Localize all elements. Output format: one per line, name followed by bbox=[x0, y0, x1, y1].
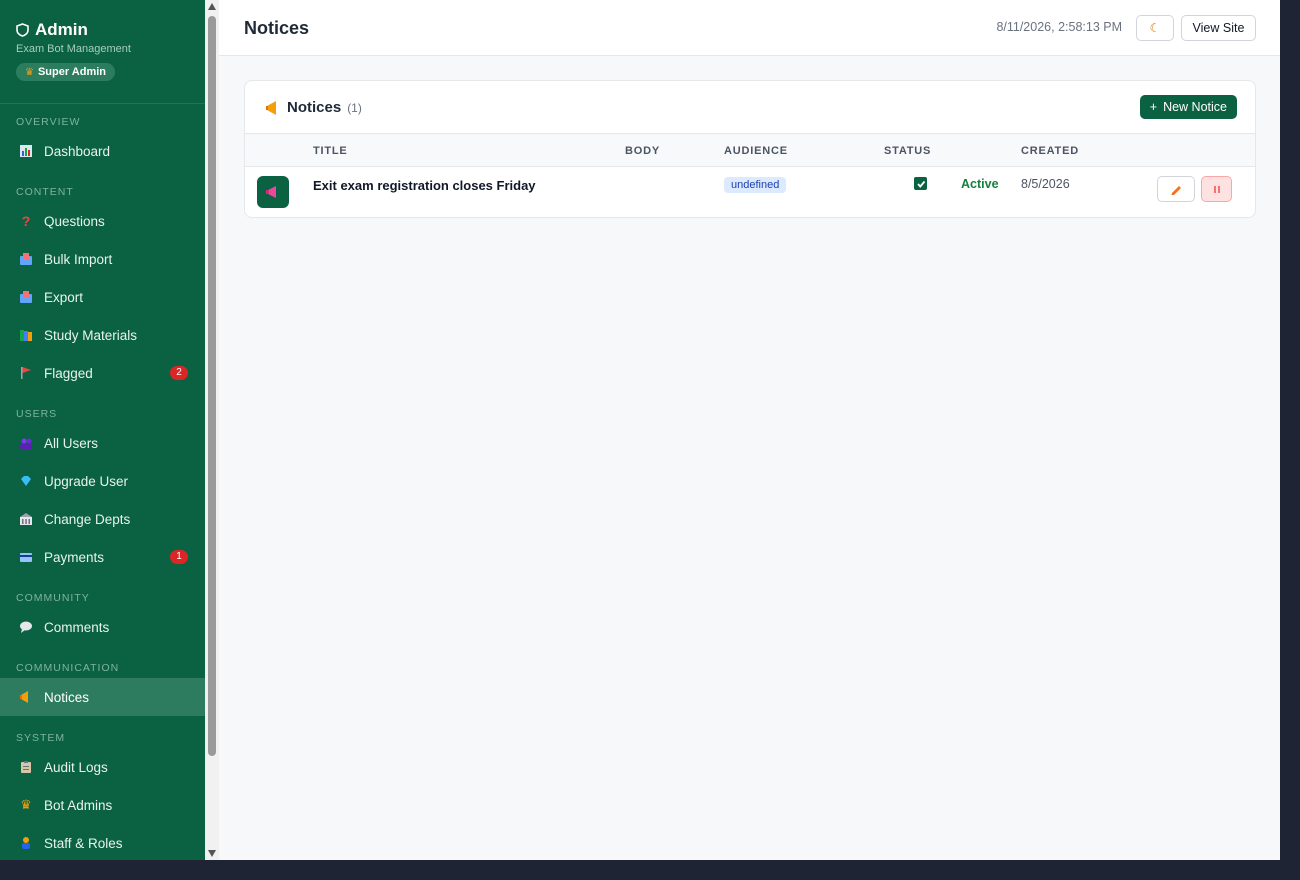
building-icon bbox=[18, 511, 34, 527]
trash-icon bbox=[1213, 186, 1220, 193]
status-label: Active bbox=[961, 177, 999, 191]
sidebar-item-flagged[interactable]: Flagged 2 bbox=[0, 354, 205, 392]
sidebar-item-staff-roles[interactable]: Staff & Roles bbox=[0, 824, 205, 860]
created-date: 8/5/2026 bbox=[1021, 177, 1070, 191]
pencil-icon bbox=[1171, 186, 1181, 195]
table-header: TITLE BODY AUDIENCE STATUS CREATED bbox=[245, 134, 1255, 167]
column-audience: AUDIENCE bbox=[724, 145, 788, 157]
question-icon: ? bbox=[21, 213, 31, 229]
moon-icon: ☾ bbox=[1149, 21, 1161, 35]
section-users: USERS bbox=[16, 408, 58, 420]
gem-icon bbox=[18, 473, 34, 489]
sidebar-item-all-users[interactable]: All Users bbox=[0, 424, 205, 462]
theme-toggle-button[interactable]: ☾ bbox=[1136, 15, 1174, 41]
sidebar-item-payments[interactable]: Payments 1 bbox=[0, 538, 205, 576]
notice-title: Exit exam registration closes Friday bbox=[313, 178, 536, 193]
section-community: COMMUNITY bbox=[16, 592, 90, 604]
scroll-thumb[interactable] bbox=[208, 16, 216, 756]
divider bbox=[0, 103, 205, 104]
crown-icon: ♛ bbox=[20, 797, 32, 812]
payments-count-badge: 1 bbox=[170, 550, 188, 564]
users-icon bbox=[18, 435, 34, 451]
card-icon bbox=[18, 549, 34, 565]
sidebar-item-bot-admins[interactable]: ♛ Bot Admins bbox=[0, 786, 205, 824]
clipboard-icon bbox=[18, 759, 34, 775]
sidebar-item-comments[interactable]: Comments bbox=[0, 608, 205, 646]
plus-icon: + bbox=[1149, 100, 1158, 114]
page-title: Notices bbox=[244, 18, 310, 38]
megaphone-icon bbox=[18, 689, 34, 705]
column-created: CREATED bbox=[1021, 145, 1079, 157]
notice-icon bbox=[257, 176, 289, 208]
edit-button[interactable] bbox=[1157, 176, 1195, 202]
brand-subtitle: Exam Bot Management bbox=[16, 43, 131, 55]
datetime-display: 8/11/2026, 2:58:13 PM bbox=[996, 20, 1122, 34]
flag-icon bbox=[18, 365, 34, 381]
sidebar-item-change-depts[interactable]: Change Depts bbox=[0, 500, 205, 538]
sidebar-item-study-materials[interactable]: Study Materials bbox=[0, 316, 205, 354]
person-icon bbox=[18, 835, 34, 851]
notices-card: Notices (1) + New Notice TITLE BODY AUDI… bbox=[244, 80, 1256, 218]
shield-icon bbox=[16, 23, 29, 37]
top-header: Notices 8/11/2026, 2:58:13 PM ☾ View Sit… bbox=[219, 0, 1280, 56]
delete-button[interactable] bbox=[1201, 176, 1232, 202]
audience-badge: undefined bbox=[724, 177, 787, 193]
active-checkbox[interactable] bbox=[914, 177, 927, 190]
brand-title: Admin bbox=[16, 20, 131, 40]
flagged-count-badge: 2 bbox=[170, 366, 188, 380]
chart-icon bbox=[18, 143, 34, 159]
column-status: STATUS bbox=[884, 145, 932, 157]
outbox-icon bbox=[18, 289, 34, 305]
books-icon bbox=[18, 327, 34, 343]
section-communication: COMMUNICATION bbox=[16, 662, 120, 674]
check-icon bbox=[916, 180, 925, 188]
sidebar-item-notices[interactable]: Notices bbox=[0, 678, 205, 716]
sidebar-item-bulk-import[interactable]: Bulk Import bbox=[0, 240, 205, 278]
section-content: CONTENT bbox=[16, 186, 74, 198]
sidebar: Admin Exam Bot Management ♛ Super Admin … bbox=[0, 0, 205, 860]
new-notice-button[interactable]: + New Notice bbox=[1139, 95, 1237, 119]
sidebar-item-upgrade-user[interactable]: Upgrade User bbox=[0, 462, 205, 500]
sidebar-scrollbar[interactable] bbox=[205, 0, 219, 860]
app-frame: Admin Exam Bot Management ♛ Super Admin … bbox=[0, 0, 1280, 860]
view-site-button[interactable]: View Site bbox=[1181, 15, 1256, 41]
inbox-icon bbox=[18, 251, 34, 267]
crown-icon: ♛ bbox=[25, 66, 34, 78]
section-overview: OVERVIEW bbox=[16, 116, 81, 128]
sidebar-item-audit-logs[interactable]: Audit Logs bbox=[0, 748, 205, 786]
speech-icon bbox=[18, 619, 34, 635]
sidebar-item-export[interactable]: Export bbox=[0, 278, 205, 316]
role-badge: ♛ Super Admin bbox=[16, 63, 116, 81]
notice-count: (1) bbox=[347, 100, 362, 115]
card-header: Notices (1) + New Notice bbox=[245, 81, 1255, 134]
brand: Admin Exam Bot Management ♛ Super Admin bbox=[16, 20, 131, 81]
scroll-down-icon[interactable] bbox=[208, 850, 216, 857]
scroll-up-icon[interactable] bbox=[208, 3, 216, 10]
megaphone-icon bbox=[266, 100, 276, 115]
section-system: SYSTEM bbox=[16, 732, 66, 744]
sidebar-item-questions[interactable]: ? Questions bbox=[0, 202, 205, 240]
card-title: Notices (1) bbox=[265, 99, 362, 116]
column-title: TITLE bbox=[313, 145, 348, 157]
sidebar-item-dashboard[interactable]: Dashboard bbox=[0, 132, 205, 170]
column-body: BODY bbox=[625, 145, 660, 157]
table-row: Exit exam registration closes Friday und… bbox=[245, 167, 1255, 217]
